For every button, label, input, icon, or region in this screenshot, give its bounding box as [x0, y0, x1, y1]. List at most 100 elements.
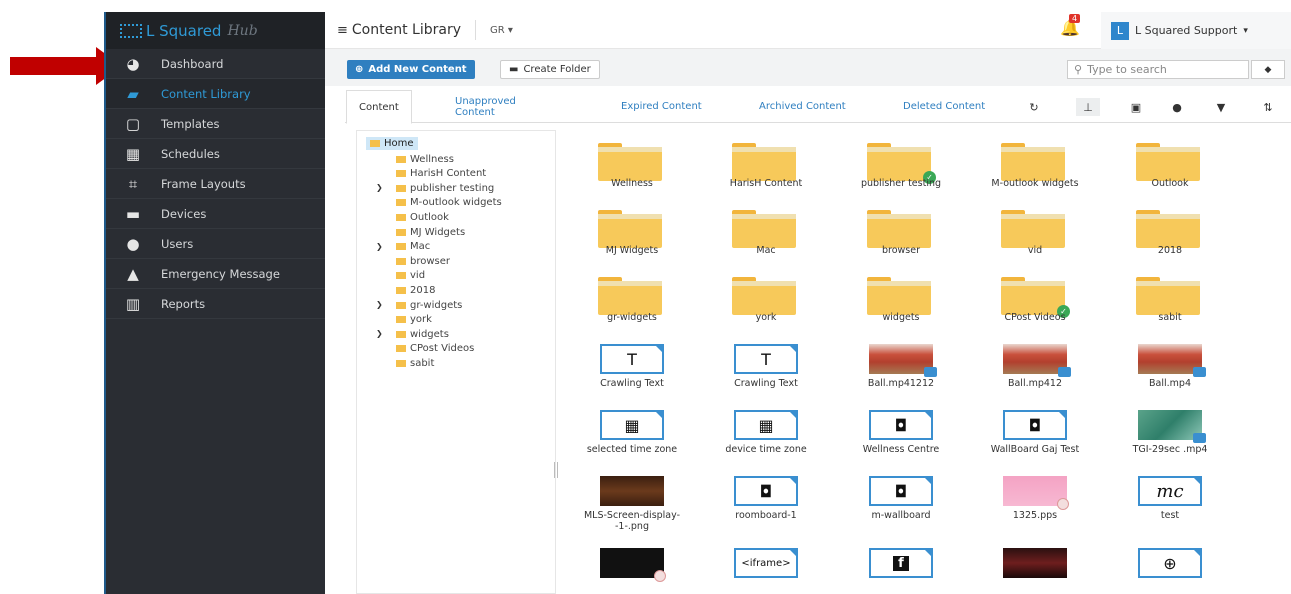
sidebar-item-dashboard[interactable]: ◕ Dashboard — [106, 49, 325, 79]
search-input[interactable]: ⚲ Type to search — [1067, 60, 1249, 79]
chevron-right-icon[interactable]: ❯ — [376, 329, 383, 338]
chevron-right-icon[interactable]: ❯ — [376, 242, 383, 251]
tree-node[interactable]: widgets — [396, 327, 449, 341]
tile-corner — [788, 410, 798, 420]
file-tile[interactable]: Ball.mp41212 — [841, 344, 961, 404]
sidebar-item-emergency-message[interactable]: ▲ Emergency Message — [106, 259, 325, 289]
sidebar-item-schedules[interactable]: ▦ Schedules — [106, 139, 325, 169]
sidebar-item-content-library[interactable]: ▰ Content Library — [106, 79, 325, 109]
file-tile[interactable]: 1325.pps — [975, 476, 1095, 536]
folder-label: CPost Videos — [1004, 312, 1066, 323]
tree-node[interactable]: vid — [396, 269, 425, 283]
folder-tile[interactable]: Outlook — [1110, 143, 1230, 203]
page-title: Content Library — [351, 22, 461, 38]
file-tile[interactable]: Ball.mp412 — [975, 344, 1095, 404]
folder-tile[interactable]: HarisH Content — [706, 143, 826, 203]
tab-deleted-content[interactable]: Deleted Content — [903, 90, 985, 123]
tree-node[interactable]: Outlook — [396, 210, 449, 224]
menu-icon[interactable]: ≡ — [337, 23, 348, 38]
sidebar: L Squared Hub ◕ Dashboard ▰ Content Library… — [104, 12, 325, 594]
site-select[interactable]: GR ▾ — [490, 25, 513, 36]
tab-unapproved-content[interactable]: Unapproved Content — [455, 90, 545, 123]
create-folder-button[interactable]: ▬ Create Folder — [500, 60, 600, 79]
file-tile[interactable]: ◘ m-wallboard — [841, 476, 961, 536]
file-tile[interactable]: ⊕ — [1110, 548, 1230, 594]
folder-tile[interactable]: MJ Widgets — [572, 210, 692, 270]
image-view-icon[interactable]: ▣ — [1124, 98, 1148, 116]
folder-tile[interactable]: ✓ publisher testing — [841, 143, 961, 203]
tree-node[interactable]: HarisH Content — [396, 167, 486, 181]
tree-node[interactable]: MJ Widgets — [396, 225, 465, 239]
tree-node[interactable]: CPost Videos — [396, 342, 474, 356]
poster-thumb — [1003, 548, 1067, 578]
sidebar-item-devices[interactable]: ▬ Devices — [106, 199, 325, 229]
file-tile[interactable]: ◘ Wellness Centre — [841, 410, 961, 470]
pane-splitter[interactable] — [554, 462, 558, 478]
tab-expired-content[interactable]: Expired Content — [621, 90, 702, 123]
add-new-content-button[interactable]: ⊕ Add New Content — [347, 60, 475, 79]
file-tile[interactable]: ▦ selected time zone — [572, 410, 692, 470]
file-tile[interactable]: ▦ device time zone — [706, 410, 826, 470]
folder-tile[interactable]: vid — [975, 210, 1095, 270]
file-tile[interactable]: ◘ WallBoard Gaj Test — [975, 410, 1095, 470]
folder-tile[interactable]: york — [706, 277, 826, 337]
tile-corner — [654, 410, 664, 420]
search-options-select[interactable]: ◆ — [1251, 60, 1285, 79]
widget-icon: ◘ — [869, 476, 933, 506]
tree-view-icon[interactable]: ⊥ — [1076, 98, 1100, 116]
file-tile[interactable]: Ball.mp4 — [1110, 344, 1230, 404]
folder-icon: ✓ — [1001, 277, 1070, 318]
file-tile[interactable] — [572, 548, 692, 594]
tab-archived-content[interactable]: Archived Content — [759, 90, 846, 123]
file-tile[interactable]: <iframe> — [706, 548, 826, 594]
folder-tile[interactable]: gr-widgets — [572, 277, 692, 337]
tab-content[interactable]: Content — [346, 90, 412, 124]
file-tile[interactable]: ◘ roomboard-1 — [706, 476, 826, 536]
sidebar-item-templates[interactable]: ▢ Templates — [106, 109, 325, 139]
tree-node[interactable]: browser — [396, 254, 450, 268]
file-tile[interactable] — [975, 548, 1095, 594]
folder-icon — [396, 316, 406, 324]
video-badge-icon — [1193, 367, 1206, 377]
notification-bell-icon[interactable]: 🔔 4 — [1060, 14, 1081, 37]
sidebar-item-users[interactable]: ● Users — [106, 229, 325, 259]
folder-tile[interactable]: ✓ CPost Videos — [975, 277, 1095, 337]
folder-tile[interactable]: 2018 — [1110, 210, 1230, 270]
folder-tile[interactable]: widgets — [841, 277, 961, 337]
top-header: ≡ Content Library GR ▾ 🔔 4 L L Squared S… — [325, 12, 1291, 49]
tree-node[interactable]: publisher testing — [396, 181, 494, 195]
file-tile[interactable]: f — [841, 548, 961, 594]
tree-node[interactable]: york — [396, 313, 432, 327]
pdf-thumb — [600, 548, 666, 582]
refresh-icon[interactable]: ↻ — [1022, 98, 1046, 116]
folder-tile[interactable]: sabit — [1110, 277, 1230, 337]
brand-hub: Hub — [227, 22, 258, 39]
file-tile[interactable]: T Crawling Text — [572, 344, 692, 404]
brand-logo[interactable]: L Squared Hub — [106, 12, 325, 49]
folder-tile[interactable]: Mac — [706, 210, 826, 270]
sidebar-item-reports[interactable]: ▥ Reports — [106, 289, 325, 319]
info-icon[interactable]: ● — [1165, 98, 1189, 116]
header-divider — [475, 20, 476, 40]
filter-icon[interactable]: ▼ — [1209, 98, 1233, 116]
sort-icon[interactable]: ⇅ — [1256, 98, 1280, 116]
file-tile[interactable]: TGI-29sec .mp4 — [1110, 410, 1230, 470]
file-tile[interactable]: T Crawling Text — [706, 344, 826, 404]
tree-node[interactable]: sabit — [396, 356, 434, 370]
tree-node[interactable]: gr-widgets — [396, 298, 462, 312]
tree-root-home[interactable]: Home — [366, 137, 418, 150]
file-tile[interactable]: mc test — [1110, 476, 1230, 536]
sidebar-item-label: Dashboard — [161, 56, 224, 71]
user-menu[interactable]: L L Squared Support ▾ — [1101, 12, 1291, 49]
tree-node[interactable]: Wellness — [396, 152, 454, 166]
folder-tile[interactable]: Wellness — [572, 143, 692, 203]
file-tile[interactable]: MLS-Screen-display--1-.png — [572, 476, 692, 536]
chevron-right-icon[interactable]: ❯ — [376, 183, 383, 192]
tree-node[interactable]: M-outlook widgets — [396, 196, 502, 210]
folder-tile[interactable]: M-outlook widgets — [975, 143, 1095, 203]
chevron-right-icon[interactable]: ❯ — [376, 300, 383, 309]
tree-node[interactable]: 2018 — [396, 283, 435, 297]
sidebar-item-frame-layouts[interactable]: ⌗ Frame Layouts — [106, 169, 325, 199]
folder-tile[interactable]: browser — [841, 210, 961, 270]
tree-node[interactable]: Mac — [396, 240, 430, 254]
